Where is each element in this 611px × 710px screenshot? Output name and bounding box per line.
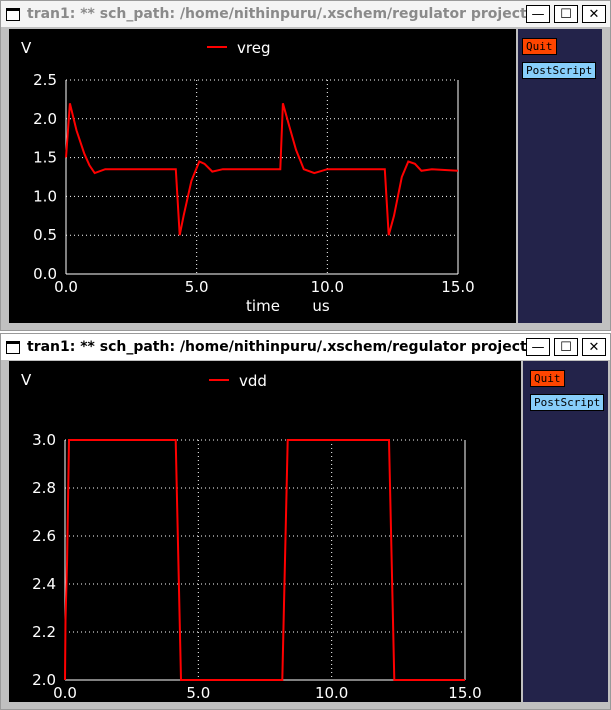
x-tick-label: 5.0 — [186, 684, 210, 702]
title-bar[interactable]: tran1: ** sch_path: /home/nithinpuru/.xs… — [1, 334, 610, 360]
window-title: tran1: ** sch_path: /home/nithinpuru/.xs… — [27, 339, 526, 355]
vdd-chart: 0.05.010.015.02.02.22.42.62.83.0Vtimeusv… — [21, 371, 482, 710]
postscript-button[interactable]: PostScript — [522, 62, 597, 79]
y-axis-label: V — [21, 371, 32, 389]
waveform-window-vdd: tran1: ** sch_path: /home/nithinpuru/.xs… — [0, 333, 611, 710]
x-tick-label: 0.0 — [54, 278, 78, 296]
minimize-button[interactable]: — — [526, 5, 550, 23]
x-tick-label: 10.0 — [315, 684, 348, 702]
y-tick-label: 2.0 — [32, 671, 56, 689]
maximize-button[interactable]: ☐ — [554, 5, 578, 23]
side-panel: Quit PostScript — [518, 29, 602, 323]
window-icon[interactable] — [6, 340, 20, 354]
window-icon[interactable] — [6, 7, 20, 21]
y-tick-label: 0.0 — [33, 265, 57, 283]
y-tick-label: 1.0 — [33, 187, 57, 205]
close-button[interactable]: ✕ — [582, 5, 606, 23]
y-tick-label: 2.8 — [32, 479, 56, 497]
plot-area[interactable]: 0.05.010.015.02.02.22.42.62.83.0Vtimeusv… — [9, 361, 521, 710]
y-tick-label: 2.0 — [33, 110, 57, 128]
y-axis-label: V — [21, 39, 32, 57]
x-axis-label: time — [246, 297, 280, 315]
y-tick-label: 2.4 — [32, 575, 56, 593]
side-panel: Quit PostScript — [523, 361, 608, 702]
legend-label: vdd — [239, 372, 267, 390]
series-line-vreg — [65, 103, 459, 236]
maximize-button[interactable]: ☐ — [554, 338, 578, 356]
title-bar[interactable]: tran1: ** sch_path: /home/nithinpuru/.xs… — [1, 1, 610, 27]
quit-button[interactable]: Quit — [522, 38, 557, 55]
y-tick-label: 3.0 — [32, 431, 56, 449]
x-tick-label: 10.0 — [311, 278, 344, 296]
y-tick-label: 2.6 — [32, 527, 56, 545]
window-title: tran1: ** sch_path: /home/nithinpuru/.xs… — [27, 6, 526, 22]
quit-button[interactable]: Quit — [530, 370, 565, 387]
close-button[interactable]: ✕ — [582, 338, 606, 356]
x-tick-label: 15.0 — [448, 684, 481, 702]
minimize-button[interactable]: — — [526, 338, 550, 356]
x-tick-label: 5.0 — [185, 278, 209, 296]
legend-label: vreg — [237, 39, 270, 57]
y-tick-label: 2.2 — [32, 623, 56, 641]
y-tick-label: 0.5 — [33, 226, 57, 244]
waveform-window-vreg: tran1: ** sch_path: /home/nithinpuru/.xs… — [0, 0, 611, 331]
plot-area[interactable]: 0.0 5.0 10.0 15.0 0.0 0.5 1.0 1.5 2.0 2.5 Vtime us v… — [9, 29, 516, 323]
x-axis-unit: us — [312, 297, 330, 315]
postscript-button[interactable]: PostScript — [530, 394, 605, 411]
series-line-vdd — [64, 439, 465, 681]
x-tick-label: 0.0 — [53, 684, 77, 702]
vreg-chart: 0.0 5.0 10.0 15.0 0.0 0.5 1.0 1.5 2.0 2.5Vtime us v… — [21, 39, 475, 315]
y-tick-label: 1.5 — [33, 149, 57, 167]
x-tick-label: 15.0 — [441, 278, 474, 296]
y-tick-label: 2.5 — [33, 71, 57, 89]
